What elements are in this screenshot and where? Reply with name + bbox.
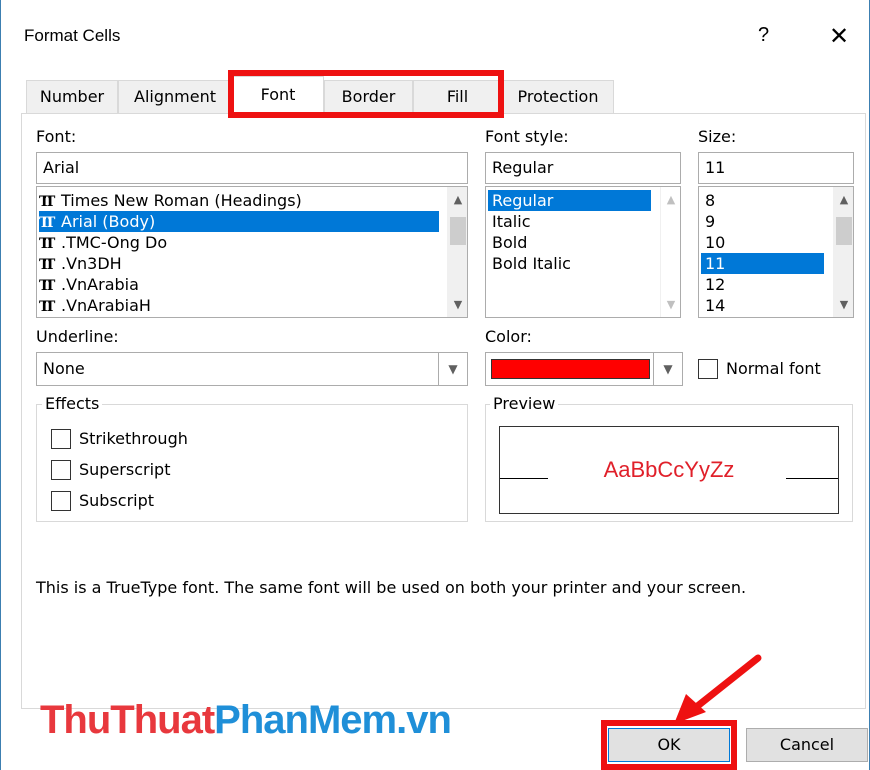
watermark-part-1: ThuThuat — [40, 698, 215, 742]
watermark-logo: ThuThuatPhanMem.vn — [40, 698, 452, 743]
list-item[interactable]: Bold — [488, 232, 527, 253]
font-style-scrollbar: ▲ ▼ — [660, 187, 680, 317]
close-button[interactable]: ✕ — [829, 22, 849, 51]
color-swatch — [491, 359, 650, 379]
cancel-button[interactable]: Cancel — [746, 728, 868, 762]
help-button[interactable]: ? — [758, 24, 769, 47]
truetype-icon: TT — [39, 194, 55, 210]
list-item[interactable]: TT .TMC-Ong Do — [39, 232, 439, 253]
scroll-up-icon[interactable]: ▲ — [448, 193, 467, 206]
font-style-label: Font style: — [485, 127, 569, 146]
superscript-label: Superscript — [79, 460, 171, 479]
chevron-down-icon[interactable]: ▼ — [438, 353, 467, 385]
scroll-up-icon[interactable]: ▲ — [834, 193, 853, 206]
tabs-highlight-box — [228, 70, 504, 118]
underline-label: Underline: — [36, 327, 119, 346]
list-item[interactable]: Bold Italic — [488, 253, 571, 274]
watermark-part-2: PhanMem — [214, 698, 397, 742]
watermark-part-3: .vn — [396, 698, 452, 742]
normal-font-label: Normal font — [726, 359, 821, 378]
list-item[interactable]: 8 — [701, 190, 715, 211]
size-list-scrollbar[interactable]: ▲ ▼ — [833, 187, 853, 317]
list-item-selected[interactable]: Regular — [488, 190, 651, 211]
truetype-icon: TT — [39, 278, 55, 294]
tab-protection[interactable]: Protection — [502, 80, 614, 113]
preview-sample-text: AaBbCcYyZz — [603, 457, 735, 482]
list-item-selected[interactable]: TT Arial (Body) — [39, 211, 439, 232]
scroll-down-icon: ▼ — [666, 298, 676, 311]
font-style-list[interactable]: Regular Italic Bold Bold Italic ▲ ▼ — [485, 186, 681, 318]
info-text: This is a TrueType font. The same font w… — [36, 578, 747, 597]
scroll-up-icon: ▲ — [666, 193, 676, 206]
subscript-checkbox[interactable] — [51, 491, 71, 511]
list-item[interactable]: TT .VnArabiaH — [39, 295, 439, 316]
size-list[interactable]: 8 9 10 11 12 14 ▲ ▼ — [698, 186, 854, 318]
scroll-thumb[interactable] — [836, 217, 852, 245]
chevron-down-icon[interactable]: ▼ — [653, 353, 682, 385]
list-item[interactable]: 12 — [701, 274, 725, 295]
underline-select[interactable]: None ▼ — [36, 352, 468, 386]
dialog-title: Format Cells — [24, 26, 121, 45]
pointer-arrow — [674, 654, 762, 724]
tab-alignment[interactable]: Alignment — [118, 80, 232, 113]
list-item[interactable]: Italic — [488, 211, 530, 232]
font-list-scrollbar[interactable]: ▲ ▼ — [447, 187, 467, 317]
ok-highlight-box — [601, 720, 737, 770]
normal-font-checkbox[interactable] — [698, 359, 718, 379]
subscript-label: Subscript — [79, 491, 155, 510]
truetype-icon: TT — [39, 257, 55, 273]
list-item-selected[interactable]: 11 — [701, 253, 824, 274]
underline-value: None — [43, 359, 85, 378]
font-label: Font: — [36, 127, 77, 146]
truetype-icon: TT — [39, 236, 55, 252]
scroll-down-icon[interactable]: ▼ — [448, 298, 467, 311]
font-name-input[interactable]: Arial — [36, 152, 468, 184]
tab-number[interactable]: Number — [26, 80, 118, 113]
color-select[interactable]: ▼ — [485, 352, 683, 386]
truetype-icon: TT — [39, 215, 55, 231]
strikethrough-label: Strikethrough — [79, 429, 188, 448]
scroll-down-icon[interactable]: ▼ — [834, 298, 853, 311]
superscript-checkbox[interactable] — [51, 460, 71, 480]
preview-title: Preview — [490, 394, 559, 413]
list-item[interactable]: 10 — [701, 232, 725, 253]
list-item[interactable]: TT Times New Roman (Headings) — [39, 190, 439, 211]
font-list[interactable]: TT Times New Roman (Headings) TT Arial (Bo… — [36, 186, 468, 318]
size-label: Size: — [698, 127, 737, 146]
preview-box: AaBbCcYyZz — [499, 426, 839, 514]
font-style-input[interactable]: Regular — [485, 152, 681, 184]
strikethrough-checkbox[interactable] — [51, 429, 71, 449]
color-label: Color: — [485, 327, 532, 346]
size-input[interactable]: 11 — [698, 152, 854, 184]
list-item[interactable]: TT .VnArabia — [39, 274, 439, 295]
list-item[interactable]: 14 — [701, 295, 725, 316]
scroll-thumb[interactable] — [450, 217, 466, 245]
list-item[interactable]: 9 — [701, 211, 715, 232]
effects-title: Effects — [42, 394, 103, 413]
list-item[interactable]: TT .Vn3DH — [39, 253, 439, 274]
truetype-icon: TT — [39, 299, 55, 315]
